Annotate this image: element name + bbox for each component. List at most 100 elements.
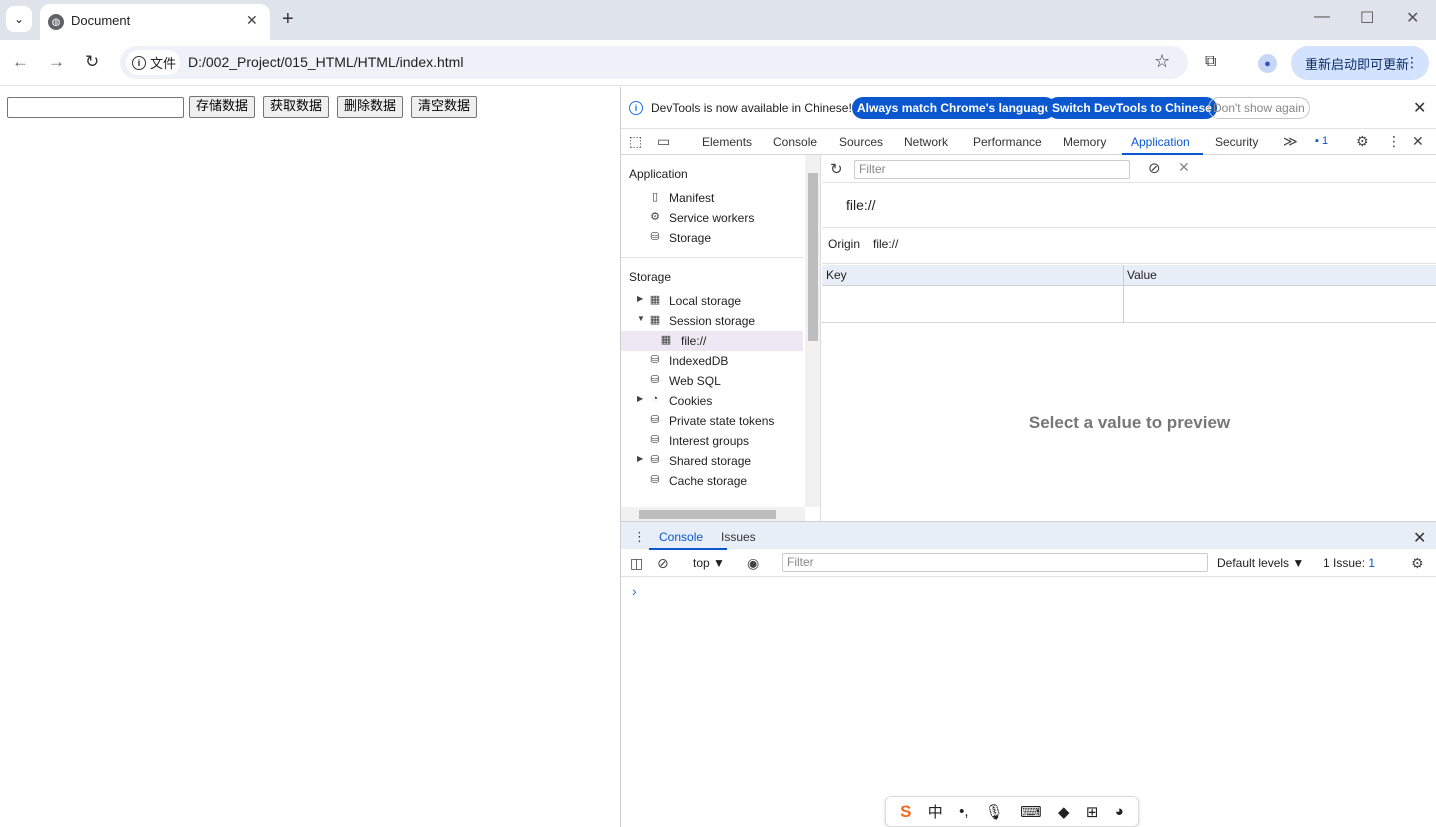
get-data-button[interactable]: 获取数据 xyxy=(263,96,330,118)
tab-performance[interactable]: Performance xyxy=(973,135,1042,149)
sidebar-vertical-scrollbar[interactable] xyxy=(805,155,820,507)
tab-elements[interactable]: Elements xyxy=(702,135,752,149)
minimize-icon[interactable]: — xyxy=(1314,8,1330,26)
store-data-button[interactable]: 存储数据 xyxy=(189,96,256,118)
browser-tab[interactable]: ◍ Document ✕ xyxy=(40,4,270,40)
close-infobar-icon[interactable]: ✕ xyxy=(1413,98,1426,118)
relaunch-update-button[interactable]: 重新启动即可更新 ⋮ xyxy=(1291,46,1429,80)
tab-memory[interactable]: Memory xyxy=(1063,135,1106,149)
sidebar-item-manifest[interactable]: ▯ Manifest xyxy=(621,188,803,208)
inspect-element-icon[interactable]: ⬚ xyxy=(629,133,642,150)
sidebar-item-private-state-tokens[interactable]: ⛁ Private state tokens xyxy=(621,411,803,431)
tab-security[interactable]: Security xyxy=(1215,135,1258,149)
window-close-icon[interactable]: ✕ xyxy=(1406,8,1419,28)
bookmark-star-icon[interactable]: ☆ xyxy=(1154,51,1170,72)
scrollbar-thumb[interactable] xyxy=(639,510,776,519)
database-icon: ⛁ xyxy=(650,231,660,243)
url-text[interactable]: D:/002_Project/015_HTML/HTML/index.html xyxy=(188,54,463,70)
sidebar-horizontal-scrollbar[interactable] xyxy=(621,507,805,521)
origin-value: file:// xyxy=(873,237,899,251)
customize-menu-icon[interactable]: ⋮ xyxy=(1387,133,1401,150)
sogou-logo-icon[interactable]: S xyxy=(900,802,911,822)
browser-toolbar: ← → ↻ i 文件 D:/002_Project/015_HTML/HTML/… xyxy=(0,40,1436,86)
microphone-icon[interactable]: 🎙 xyxy=(985,803,1004,821)
sidebar-item-label: Storage xyxy=(669,231,712,245)
key-value-table[interactable]: Key Value xyxy=(822,265,1436,323)
console-settings-gear-icon[interactable]: ⚙ xyxy=(1411,555,1424,572)
sidebar-item-label: Manifest xyxy=(669,191,715,205)
close-drawer-icon[interactable]: ✕ xyxy=(1413,528,1426,548)
tab-sources[interactable]: Sources xyxy=(839,135,883,149)
tab-application[interactable]: Application xyxy=(1131,135,1190,149)
sidebar-toggle-icon[interactable]: ◫ xyxy=(630,555,643,572)
clear-data-button[interactable]: 清空数据 xyxy=(411,96,478,118)
clear-console-icon[interactable]: ⊘ xyxy=(657,555,669,572)
close-tab-icon[interactable]: ✕ xyxy=(246,12,258,29)
tab-console[interactable]: Console xyxy=(773,135,817,149)
console-prompt-icon[interactable]: › xyxy=(632,583,637,599)
console-filter-input[interactable]: Filter xyxy=(782,553,1208,572)
more-menu-icon[interactable]: ⋮ xyxy=(1405,54,1419,71)
apps-grid-icon[interactable]: ⊞ xyxy=(1086,803,1099,821)
sidebar-item-web-sql[interactable]: ⛁ Web SQL xyxy=(621,371,803,391)
context-selector[interactable]: top ▼ xyxy=(693,556,725,570)
profile-avatar[interactable]: ● xyxy=(1258,54,1277,73)
switch-chinese-button[interactable]: Switch DevTools to Chinese xyxy=(1047,97,1217,119)
column-header-key[interactable]: Key xyxy=(826,268,847,282)
match-language-button[interactable]: Always match Chrome's language xyxy=(852,97,1057,119)
sidebar-item-interest-groups[interactable]: ⛁ Interest groups xyxy=(621,431,803,451)
back-arrow-icon[interactable]: ← xyxy=(12,52,29,72)
sidebar-item-session-storage[interactable]: ▼ ▦ Session storage xyxy=(621,311,803,331)
eye-icon[interactable]: ◉ xyxy=(747,555,759,572)
expand-arrow-icon[interactable]: ▶ xyxy=(637,454,643,463)
keyboard-icon[interactable]: ⌨ xyxy=(1020,803,1042,821)
delete-selected-icon[interactable]: ✕ xyxy=(1178,159,1190,176)
sidebar-item-cache-storage[interactable]: ⛁ Cache storage xyxy=(621,471,803,491)
expand-arrow-icon[interactable]: ▶ xyxy=(637,394,643,403)
sidebar-item-indexeddb[interactable]: ⛁ IndexedDB xyxy=(621,351,803,371)
punctuation-icon[interactable]: •, xyxy=(959,803,968,820)
more-tabs-icon[interactable]: ≫ xyxy=(1283,133,1298,150)
tab-search-button[interactable]: ⌄ xyxy=(6,6,32,32)
mascot-icon[interactable]: ◕ xyxy=(1115,803,1124,820)
reload-icon[interactable]: ↻ xyxy=(85,52,99,72)
log-levels-dropdown[interactable]: Default levels ▼ xyxy=(1217,556,1304,570)
sidebar-item-cookies[interactable]: ▶ ◔ Cookies xyxy=(621,391,803,411)
expand-arrow-icon[interactable]: ▶ xyxy=(637,294,643,303)
scrollbar-thumb[interactable] xyxy=(808,173,818,341)
drawer-tab-issues[interactable]: Issues xyxy=(721,530,756,544)
column-header-value[interactable]: Value xyxy=(1127,268,1157,282)
site-info-chip[interactable]: i 文件 xyxy=(126,50,180,75)
tab-network[interactable]: Network xyxy=(904,135,948,149)
sidebar-item-session-file-origin[interactable]: ▦ file:// xyxy=(621,331,803,351)
device-toolbar-icon[interactable]: ▭ xyxy=(657,133,670,150)
issues-counter[interactable]: 1 Issue: 1 xyxy=(1323,556,1375,570)
close-devtools-icon[interactable]: ✕ xyxy=(1412,133,1424,150)
clear-all-icon[interactable]: ⊘ xyxy=(1148,159,1161,177)
sidebar-item-local-storage[interactable]: ▶ ▦ Local storage xyxy=(621,291,803,311)
refresh-icon[interactable]: ↻ xyxy=(830,160,843,178)
forward-arrow-icon[interactable]: → xyxy=(48,52,65,72)
sidebar-item-storage-overview[interactable]: ⛁ Storage xyxy=(621,228,803,248)
drawer-menu-icon[interactable]: ⋮ xyxy=(633,529,646,545)
database-icon: ⛁ xyxy=(650,354,660,366)
issues-badge[interactable]: ▪ 1 xyxy=(1315,135,1328,147)
collapse-arrow-icon[interactable]: ▼ xyxy=(637,314,645,323)
maximize-icon[interactable]: ☐ xyxy=(1360,8,1374,28)
drawer-tab-console[interactable]: Console xyxy=(659,530,703,544)
sidebar-item-service-workers[interactable]: ⚙ Service workers xyxy=(621,208,803,228)
extensions-icon[interactable]: ⧉ xyxy=(1205,53,1216,71)
address-bar[interactable]: i 文件 D:/002_Project/015_HTML/HTML/index.… xyxy=(120,46,1188,79)
delete-data-button[interactable]: 删除数据 xyxy=(337,96,404,118)
sidebar-item-shared-storage[interactable]: ▶ ⛁ Shared storage xyxy=(621,451,803,471)
data-input[interactable] xyxy=(7,97,184,118)
new-tab-button[interactable]: + xyxy=(282,8,294,31)
skin-icon[interactable]: ◆ xyxy=(1058,803,1070,821)
chevron-down-icon: ⌄ xyxy=(13,12,25,26)
settings-gear-icon[interactable]: ⚙ xyxy=(1356,133,1369,150)
column-divider[interactable] xyxy=(1123,265,1124,322)
storage-filter-input[interactable]: Filter xyxy=(854,160,1130,179)
context-label: top xyxy=(693,556,710,570)
dont-show-again-button[interactable]: Don't show again xyxy=(1208,97,1310,119)
ime-mode-toggle[interactable]: 中 xyxy=(928,801,943,822)
